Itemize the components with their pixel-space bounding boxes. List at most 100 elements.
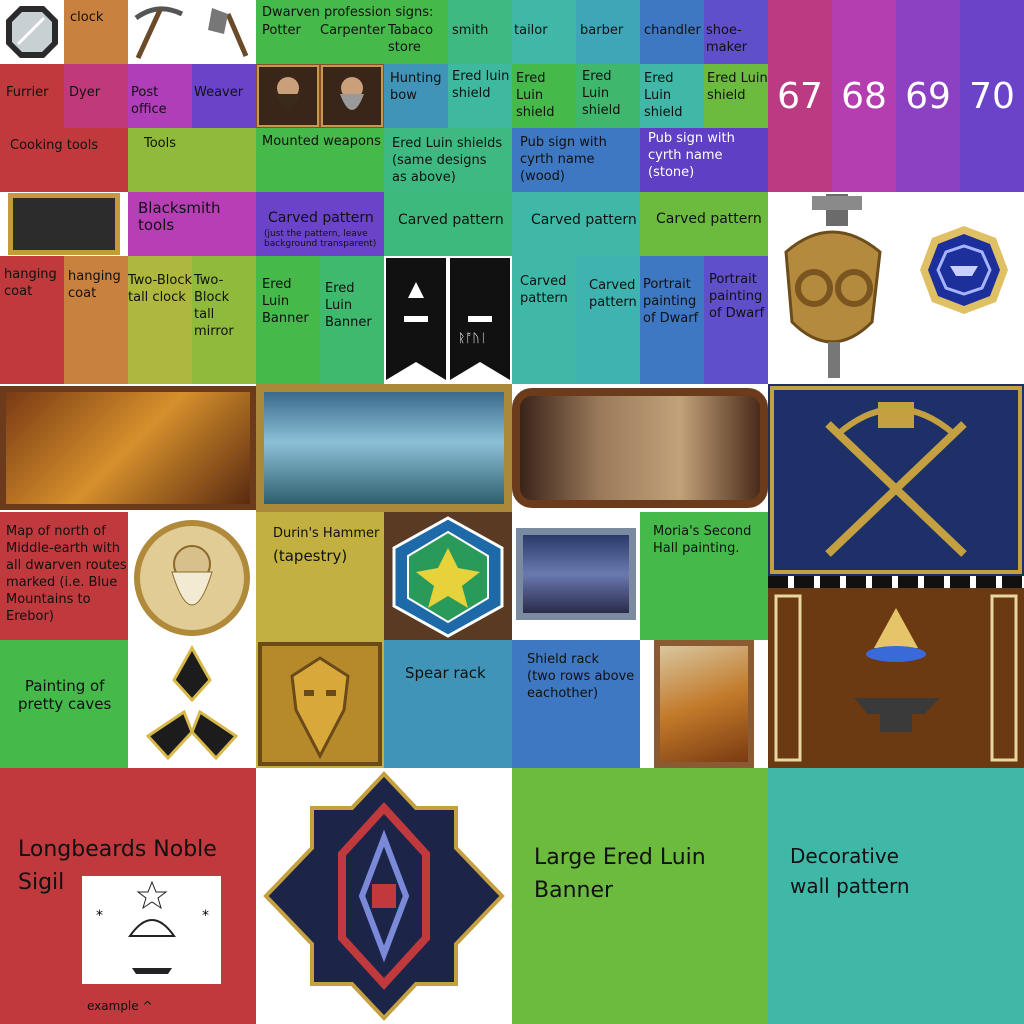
number-70-cell: 70: [960, 0, 1024, 192]
large-banner-cell: Large Ered Luin Banner: [512, 768, 768, 1024]
medallion-cell: [128, 512, 256, 640]
anvil-tapestry-cell: [768, 576, 1024, 768]
moria-hall-cell: Moria's Second Hall painting.: [640, 512, 768, 640]
tapestry-border-top: [768, 576, 1024, 588]
anvil-and-crown-icon: [774, 594, 1018, 762]
carved-pattern-5-label: Carved pattern: [520, 274, 568, 306]
carved-pattern-6-label: Carved pattern: [589, 278, 637, 310]
hanging-coat-1-cell: hanging coat: [0, 256, 64, 384]
dwarf-medallion-icon: [134, 520, 250, 636]
carved-pattern-2-cell: Carved pattern: [384, 192, 512, 256]
ered-luin-shields-cell: Ered Luin shields (same designs as above…: [384, 128, 512, 192]
number-67: 67: [777, 76, 823, 117]
pub-sign-stone-label: Pub sign with cyrth name (stone): [648, 131, 735, 180]
ered-luin-shields-label: Ered Luin shields (same designs as above…: [392, 136, 503, 185]
ered-luin-banner-2-cell: Ered Luin Banner: [320, 256, 384, 384]
moria-hall-label: Moria's Second Hall painting.: [653, 524, 752, 556]
weaver-cell: Weaver: [192, 64, 256, 128]
ered-luin-banner-2-label: Ered Luin Banner: [325, 281, 372, 330]
banner-runes: ᚱᚩᚢᛁ: [458, 331, 487, 345]
clock-cell: clock: [64, 0, 128, 64]
map-label: Map of north of Middle-earth with all dw…: [6, 524, 127, 624]
spear-rack-label: Spear rack: [405, 664, 486, 682]
hall-painting-icon: [516, 528, 636, 620]
hanging-coat-2-label: hanging coat: [68, 269, 121, 301]
weaver-label: Weaver: [194, 85, 244, 100]
tall-clock-cell: Two-Block tall clock: [128, 256, 192, 384]
painting-icon: [8, 193, 120, 255]
shield-5-cell: Ered Luin shield: [704, 64, 768, 128]
tapestry-label: (tapestry): [273, 547, 348, 565]
carved-pattern-3-label: Carved pattern: [531, 212, 637, 228]
number-69-cell: 69: [896, 0, 960, 192]
triskele-emblem-icon: [145, 644, 239, 761]
blacksmith-tools-label: Blacksmith tools: [138, 199, 221, 234]
svg-text:*: *: [96, 908, 103, 924]
crossed-pickaxes-tapestry-icon: [770, 386, 1022, 574]
clock-icon-cell: [0, 0, 64, 64]
portrait-dwarf-1-label: Portrait painting of Dwarf: [643, 277, 699, 326]
texture-atlas: clock Dwarven profession signs: Potter C…: [0, 0, 1024, 1024]
number-68-cell: 68: [832, 0, 896, 192]
cooking-tools-label: Cooking tools: [10, 138, 99, 153]
carved-pattern-2-label: Carved pattern: [398, 212, 504, 228]
smith-label: smith: [452, 23, 489, 38]
hunting-bow-label: Hunting bow: [390, 71, 442, 103]
sigil-example-box: * *: [82, 876, 221, 984]
shoemaker-label: shoe- maker: [706, 23, 748, 55]
number-68: 68: [841, 76, 887, 117]
chandler-cell: chandler: [640, 0, 704, 64]
shield-rack-cell: Shield rack (two rows above eachother): [512, 640, 640, 768]
pub-sign-wood-cell: Pub sign with cyrth name (wood): [512, 128, 640, 192]
example-caption: example ^: [87, 999, 153, 1013]
hanging-coat-1-label: hanging coat: [4, 267, 57, 299]
tools-cell: Tools: [128, 128, 256, 192]
carved-pattern-note: (just the pattern, leave background tran…: [264, 229, 377, 249]
furrier-cell: Furrier: [0, 64, 64, 128]
map-cell: Map of north of Middle-earth with all dw…: [0, 512, 128, 640]
shield-2-cell: Ered Luin shield: [512, 64, 576, 128]
shield-2-label: Ered Luin shield: [516, 71, 555, 120]
shoemaker-cell: shoe- maker: [704, 0, 768, 64]
pub-sign-wood-label: Pub sign with cyrth name (wood): [520, 135, 607, 184]
barber-cell: barber: [576, 0, 640, 64]
mountain-painting-icon: [256, 384, 512, 512]
triskele-cell: [128, 640, 256, 768]
tools-label: Tools: [144, 136, 177, 151]
number-67-cell: 67: [768, 0, 832, 192]
tapestry-blue-cell: [768, 384, 1024, 576]
durins-hammer-label: Durin's Hammer: [273, 526, 380, 541]
carved-pattern-main-cell: Carved pattern (just the pattern, leave …: [256, 192, 384, 256]
carved-pattern-3-cell: Carved pattern: [512, 192, 640, 256]
tall-clock-label: Two-Block tall clock: [128, 273, 192, 305]
cave-painting-cell: [512, 384, 768, 512]
svg-text:*: *: [202, 908, 209, 924]
post-office-cell: Post office: [128, 64, 192, 128]
blacksmith-tools-cell: Blacksmith tools: [128, 192, 256, 256]
battle-painting-cell: [0, 384, 256, 512]
smith-cell: smith: [448, 0, 512, 64]
emblems-cell: [768, 192, 1024, 384]
pretty-caves-label: Painting of pretty caves: [18, 677, 112, 713]
dwarf-faces-cell: [256, 64, 384, 128]
mounted-weapons-label: Mounted weapons: [262, 134, 381, 149]
black-banners-icon: [386, 258, 510, 380]
tall-mirror-label: Two-Block tall mirror: [194, 273, 234, 339]
number-70: 70: [969, 76, 1015, 117]
tailor-cell: tailor: [512, 0, 576, 64]
decorative-pattern-label: Decorative wall pattern: [790, 844, 910, 898]
hanging-coat-2-cell: hanging coat: [64, 256, 128, 384]
ered-luin-banner-1-label: Ered Luin Banner: [262, 277, 309, 326]
carved-pattern-5-cell: Carved pattern: [512, 256, 576, 384]
shield-4-label: Ered Luin shield: [644, 71, 683, 120]
shield-rack-label: Shield rack (two rows above eachother): [527, 652, 635, 701]
clock-label: clock: [70, 10, 104, 25]
crown-and-anvil-sigil-icon: * *: [96, 880, 209, 974]
carved-pattern-6-cell: Carved pattern: [576, 256, 640, 384]
pickaxe-axe-cell: [128, 0, 256, 64]
carved-pattern-4-label: Carved pattern: [656, 211, 762, 227]
warrior-painting-cell: [640, 640, 768, 768]
mounted-weapons-cell: Mounted weapons: [256, 128, 384, 192]
portrait-dwarf-2-cell: Portrait painting of Dwarf: [704, 256, 768, 384]
post-office-label: Post office: [131, 85, 167, 117]
